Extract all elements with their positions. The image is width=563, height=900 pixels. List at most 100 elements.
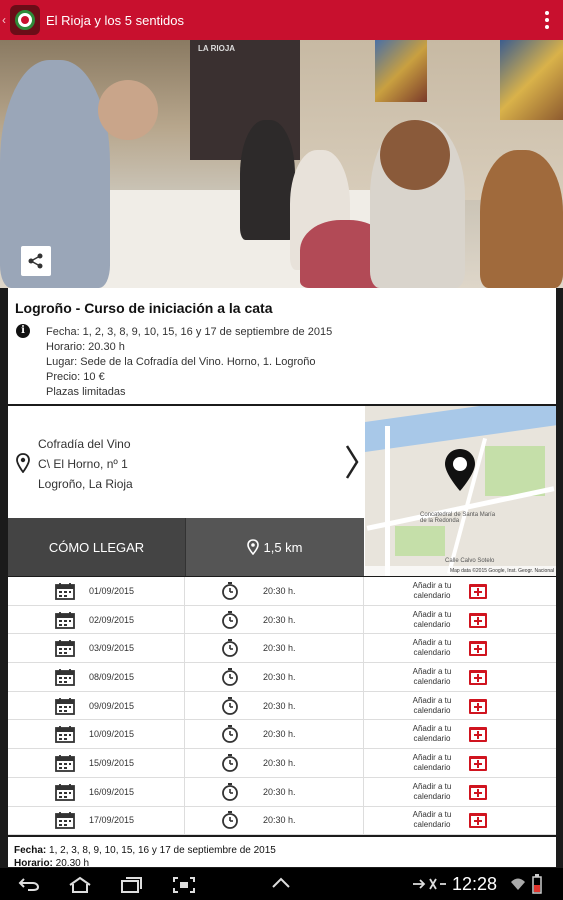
distance-label: 1,5 km — [263, 539, 303, 555]
session-date: 01/09/2015 — [89, 585, 135, 596]
add-to-calendar-cell[interactable]: Añadir a tu calendario — [364, 577, 556, 605]
back-icon[interactable] — [18, 876, 40, 892]
add-to-calendar-label: Añadir a tu calendario — [412, 638, 452, 658]
session-time: 20:30 h. — [263, 585, 296, 596]
stopwatch-icon — [222, 667, 238, 686]
session-date: 15/09/2015 — [89, 757, 135, 768]
recent-apps-icon[interactable] — [120, 876, 142, 894]
session-row: 03/09/2015 20:30 h. Añadir a tu calendar… — [8, 634, 556, 664]
address-line-2: C\ El Horno, nº 1 — [38, 457, 128, 471]
app-logo-icon[interactable] — [10, 5, 40, 35]
session-time-cell: 20:30 h. — [185, 749, 364, 777]
painting — [375, 40, 427, 102]
map-marker-icon — [445, 449, 475, 491]
add-to-calendar-cell[interactable]: Añadir a tu calendario — [364, 692, 556, 720]
event-detail-date: Fecha: 1, 2, 3, 8, 9, 10, 15, 16 y 17 de… — [46, 326, 333, 338]
session-time: 20:30 h. — [263, 700, 296, 711]
session-date-cell: 17/09/2015 — [8, 806, 185, 835]
session-date-cell: 16/09/2015 — [8, 777, 185, 806]
screenshot-icon[interactable] — [172, 876, 196, 894]
stopwatch-icon — [222, 725, 238, 744]
map-label: Calle Calvo Sotelo — [445, 558, 495, 564]
location-map[interactable]: Concatedral de Santa María de la Redonda… — [365, 406, 556, 576]
add-to-calendar-cell[interactable]: Añadir a tu calendario — [364, 606, 556, 634]
calendar-icon — [55, 754, 75, 772]
chevron-up-icon[interactable] — [270, 876, 292, 890]
sessions-table: 01/09/2015 20:30 h. Añadir a tu calendar… — [8, 577, 556, 836]
map-label: Concatedral de Santa María de la Redonda — [420, 512, 496, 524]
session-row: 17/09/2015 20:30 h. Añadir a tu calendar… — [8, 806, 556, 836]
session-date-cell: 03/09/2015 — [8, 634, 185, 663]
session-time-cell: 20:30 h. — [185, 634, 364, 663]
add-calendar-icon[interactable] — [468, 754, 488, 772]
add-to-calendar-cell[interactable]: Añadir a tu calendario — [364, 778, 556, 806]
address-block[interactable]: Cofradía del Vino C\ El Horno, nº 1 Logr… — [8, 406, 364, 518]
calendar-icon — [55, 812, 75, 830]
session-date: 08/09/2015 — [89, 671, 135, 682]
session-time-cell: 20:30 h. — [185, 605, 364, 634]
add-to-calendar-label: Añadir a tu calendario — [412, 781, 452, 801]
event-detail-place: Lugar: Sede de la Cofradía del Vino. Hor… — [46, 356, 316, 368]
calendar-icon — [55, 726, 75, 744]
fecha-value: 1, 2, 3, 8, 9, 10, 15, 16 y 17 de septie… — [46, 845, 276, 856]
add-calendar-icon[interactable] — [468, 725, 488, 743]
distance-button[interactable]: 1,5 km — [185, 518, 364, 576]
session-row: 02/09/2015 20:30 h. Añadir a tu calendar… — [8, 605, 556, 635]
event-title: Logroño - Curso de iniciación a la cata — [15, 300, 273, 316]
event-detail-price: Precio: 10 € — [46, 371, 105, 383]
back-chevron-icon[interactable]: ‹ — [2, 13, 10, 27]
overflow-menu-icon[interactable] — [545, 11, 549, 29]
session-date-cell: 01/09/2015 — [8, 577, 185, 605]
add-calendar-icon[interactable] — [468, 783, 488, 801]
add-to-calendar-cell[interactable]: Añadir a tu calendario — [364, 720, 556, 748]
session-date-cell: 08/09/2015 — [8, 663, 185, 691]
calendar-icon — [55, 582, 75, 600]
chevron-right-icon[interactable] — [344, 444, 360, 480]
add-calendar-icon[interactable] — [468, 639, 488, 657]
share-icon — [28, 253, 43, 269]
address-line-3: Logroño, La Rioja — [38, 477, 133, 491]
stopwatch-icon — [222, 581, 238, 600]
session-row: 15/09/2015 20:30 h. Añadir a tu calendar… — [8, 749, 556, 778]
session-time: 20:30 h. — [263, 643, 296, 654]
event-info-card: Logroño - Curso de iniciación a la cata … — [8, 288, 556, 404]
event-detail-time: Horario: 20.30 h — [46, 341, 125, 353]
calendar-icon — [55, 783, 75, 801]
directions-button[interactable]: CÓMO LLEGAR — [8, 518, 185, 576]
calendar-icon — [55, 611, 75, 629]
home-icon[interactable] — [68, 876, 92, 894]
stopwatch-icon — [222, 782, 238, 801]
add-to-calendar-label: Añadir a tu calendario — [412, 609, 452, 629]
add-calendar-icon[interactable] — [468, 668, 488, 686]
add-to-calendar-cell[interactable]: Añadir a tu calendario — [364, 807, 556, 835]
add-calendar-icon[interactable] — [468, 611, 488, 629]
bottom-summary: Fecha: 1, 2, 3, 8, 9, 10, 15, 16 y 17 de… — [8, 837, 556, 867]
session-time: 20:30 h. — [263, 757, 296, 768]
add-to-calendar-cell[interactable]: Añadir a tu calendario — [364, 749, 556, 777]
add-to-calendar-label: Añadir a tu calendario — [412, 810, 452, 830]
add-to-calendar-label: Añadir a tu calendario — [412, 752, 452, 772]
calendar-icon — [55, 697, 75, 715]
add-to-calendar-cell[interactable]: Añadir a tu calendario — [364, 634, 556, 662]
session-row: 01/09/2015 20:30 h. Añadir a tu calendar… — [8, 577, 556, 606]
address-line-1: Cofradía del Vino — [38, 437, 131, 451]
add-calendar-icon[interactable] — [468, 697, 488, 715]
session-time-cell: 20:30 h. — [185, 720, 364, 749]
session-date: 02/09/2015 — [89, 614, 135, 625]
session-time-cell: 20:30 h. — [185, 663, 364, 691]
horario-label: Horario: — [14, 858, 53, 867]
session-row: 16/09/2015 20:30 h. Añadir a tu calendar… — [8, 777, 556, 807]
add-calendar-icon[interactable] — [468, 582, 488, 600]
event-detail-seats: Plazas limitadas — [46, 386, 126, 398]
add-to-calendar-label: Añadir a tu calendario — [412, 666, 452, 686]
status-clock: 12:28 — [452, 874, 498, 894]
add-to-calendar-cell[interactable]: Añadir a tu calendario — [364, 663, 556, 691]
session-date: 16/09/2015 — [89, 786, 135, 797]
session-time: 20:30 h. — [263, 671, 296, 682]
add-calendar-icon[interactable] — [468, 811, 488, 829]
calendar-icon — [55, 640, 75, 658]
map-attribution: Map data ©2015 Google, Inst. Geogr. Naci… — [365, 566, 556, 576]
session-time: 20:30 h. — [263, 786, 296, 797]
share-button[interactable] — [21, 246, 51, 276]
session-date-cell: 15/09/2015 — [8, 749, 185, 777]
